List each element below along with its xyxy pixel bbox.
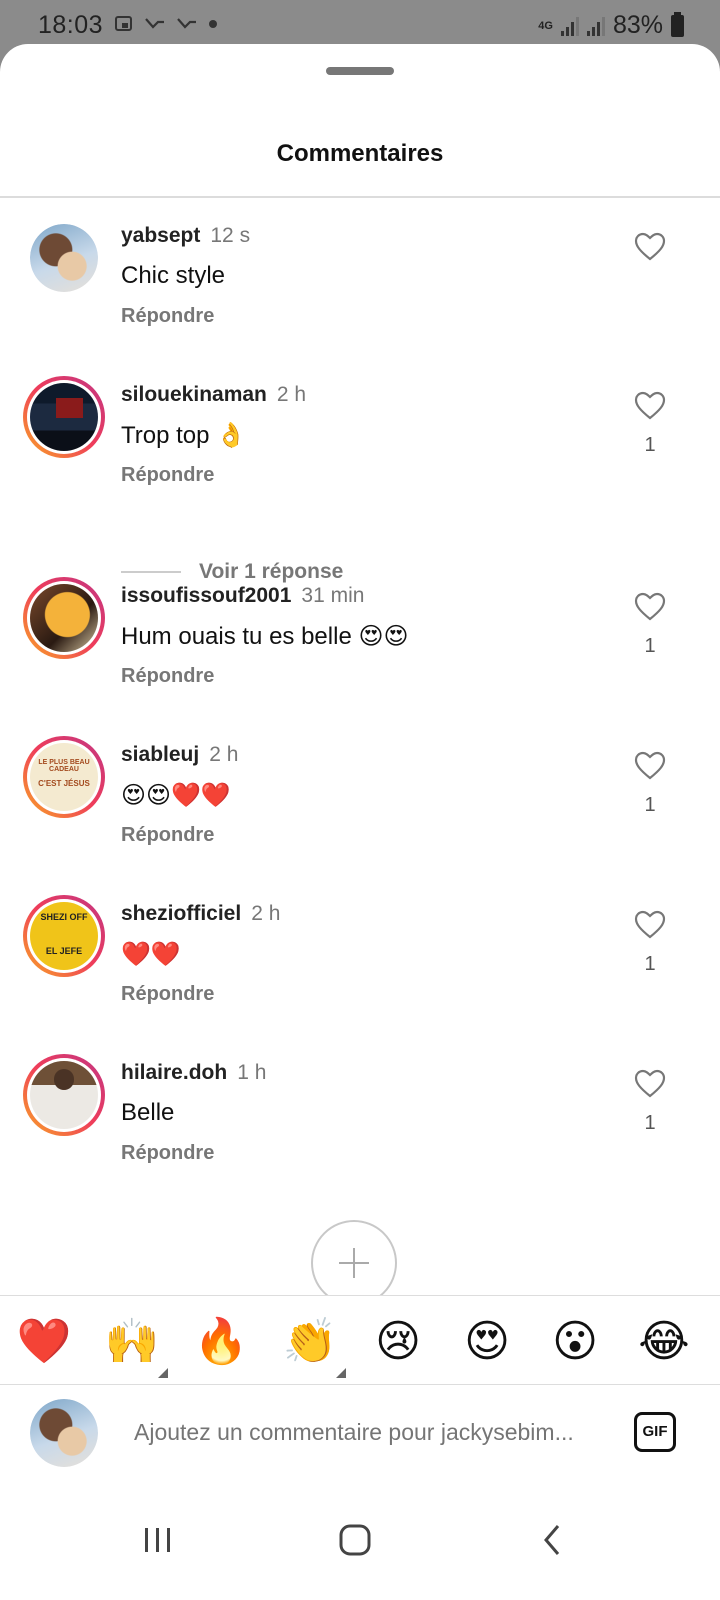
quick-reactions-bar: ❤️ 🙌 🔥 👏 😢 😍 😮 😂 — [0, 1295, 720, 1385]
avatar-text: C'EST JÉSUS — [38, 779, 90, 788]
reply-button[interactable]: Répondre — [121, 665, 214, 688]
skin-tone-indicator — [158, 1368, 168, 1378]
reaction-surprised[interactable]: 😮 — [547, 1314, 603, 1370]
reply-button[interactable]: Répondre — [121, 983, 214, 1006]
avatar-text: SHEZI OFF — [40, 912, 88, 922]
reaction-heart-eyes[interactable]: 😍 — [459, 1314, 515, 1370]
heart-outline-icon[interactable] — [634, 592, 666, 622]
reaction-laughing[interactable]: 😂 — [636, 1314, 692, 1370]
avatar[interactable] — [23, 1054, 105, 1136]
avatar[interactable]: LE PLUS BEAU CADEAU C'EST JÉSUS — [23, 736, 105, 818]
reply-button[interactable]: Répondre — [121, 1142, 214, 1165]
heart-outline-icon[interactable] — [634, 751, 666, 781]
plus-icon[interactable] — [311, 1220, 397, 1306]
drag-handle[interactable] — [326, 67, 394, 75]
reaction-raised-hands-glyph: 🙌 — [104, 1316, 160, 1367]
comment-time: 2 h — [209, 743, 239, 766]
heart-outline-icon[interactable] — [634, 232, 666, 262]
cast-icon — [115, 16, 132, 31]
heart-outline-icon[interactable] — [634, 1069, 666, 1099]
skin-tone-indicator — [336, 1368, 346, 1378]
like-count: 1 — [644, 434, 656, 456]
missed-call-icon — [145, 18, 164, 29]
comment-username[interactable]: yabsept — [121, 224, 200, 247]
back-icon[interactable] — [522, 1510, 582, 1570]
comment-input[interactable] — [134, 1419, 604, 1446]
avatar[interactable] — [23, 577, 105, 659]
comment-username[interactable]: siableuj — [121, 743, 199, 766]
heart-outline-icon[interactable] — [634, 391, 666, 421]
signal-icon — [560, 16, 579, 36]
replies-divider — [121, 571, 181, 573]
comment-text: Hum ouais tu es belle 😍😍 — [121, 623, 409, 650]
comment-time: 1 h — [237, 1061, 267, 1084]
view-replies-label: Voir 1 réponse — [199, 560, 344, 583]
battery-percent: 83% — [612, 11, 663, 39]
signal-icon-2 — [586, 16, 605, 36]
view-replies-button[interactable]: Voir 1 réponse — [121, 560, 343, 584]
comment-text: Belle — [121, 1099, 175, 1126]
reaction-clap-glyph: 👏 — [282, 1316, 338, 1367]
recent-apps-icon[interactable] — [128, 1510, 188, 1570]
avatar[interactable]: SHEZI OFF EL JEFE — [23, 895, 105, 977]
like-count: 1 — [644, 1112, 656, 1134]
status-bar: 18:03 4G 83% — [0, 0, 720, 50]
dot-icon — [209, 20, 217, 28]
comment-username[interactable]: sheziofficiel — [121, 902, 241, 925]
network-type: 4G — [538, 19, 553, 32]
reply-button[interactable]: Répondre — [121, 305, 214, 328]
sheet-title: Commentaires — [276, 140, 444, 167]
comment-text: Trop top 👌 — [121, 422, 247, 449]
reaction-raised-hands[interactable]: 🙌 — [104, 1314, 168, 1378]
gif-button[interactable]: GIF — [634, 1412, 676, 1452]
notification-icons — [114, 14, 218, 34]
comment-text: ❤️❤️ — [121, 941, 181, 968]
like-count: 1 — [644, 794, 656, 816]
like-count: 1 — [644, 635, 656, 657]
reaction-crying[interactable]: 😢 — [370, 1314, 426, 1370]
avatar — [30, 1399, 98, 1467]
comment-text: 😍😍❤️❤️ — [121, 782, 231, 809]
reply-button[interactable]: Répondre — [121, 464, 214, 487]
status-time: 18:03 — [38, 11, 104, 39]
reaction-fire[interactable]: 🔥 — [193, 1314, 249, 1370]
reaction-heart[interactable]: ❤️ — [16, 1314, 72, 1370]
comment-username[interactable]: silouekinaman — [121, 383, 267, 406]
system-nav-bar — [0, 1480, 720, 1600]
reply-button[interactable]: Répondre — [121, 824, 214, 847]
header-divider — [0, 196, 720, 198]
avatar-text: LE PLUS BEAU CADEAU — [38, 759, 90, 773]
like-count: 1 — [644, 953, 656, 975]
comment-time: 2 h — [276, 383, 307, 406]
home-icon[interactable] — [325, 1510, 385, 1570]
avatar[interactable] — [30, 224, 98, 292]
comment-username[interactable]: issoufissouf2001 — [121, 584, 291, 607]
comment-composer: GIF — [0, 1386, 720, 1480]
reaction-clap[interactable]: 👏 — [282, 1314, 346, 1378]
missed-call-icon-2 — [177, 18, 196, 29]
comment-text: Chic style — [121, 262, 226, 289]
avatar[interactable] — [23, 376, 105, 458]
comment-time: 2 h — [251, 902, 281, 925]
comment-username[interactable]: hilaire.doh — [121, 1061, 227, 1084]
battery-icon — [671, 11, 684, 37]
heart-outline-icon[interactable] — [634, 910, 666, 940]
comment-time: 12 s — [210, 224, 251, 247]
comment-time: 31 min — [301, 584, 365, 607]
avatar-text: EL JEFE — [45, 946, 83, 956]
